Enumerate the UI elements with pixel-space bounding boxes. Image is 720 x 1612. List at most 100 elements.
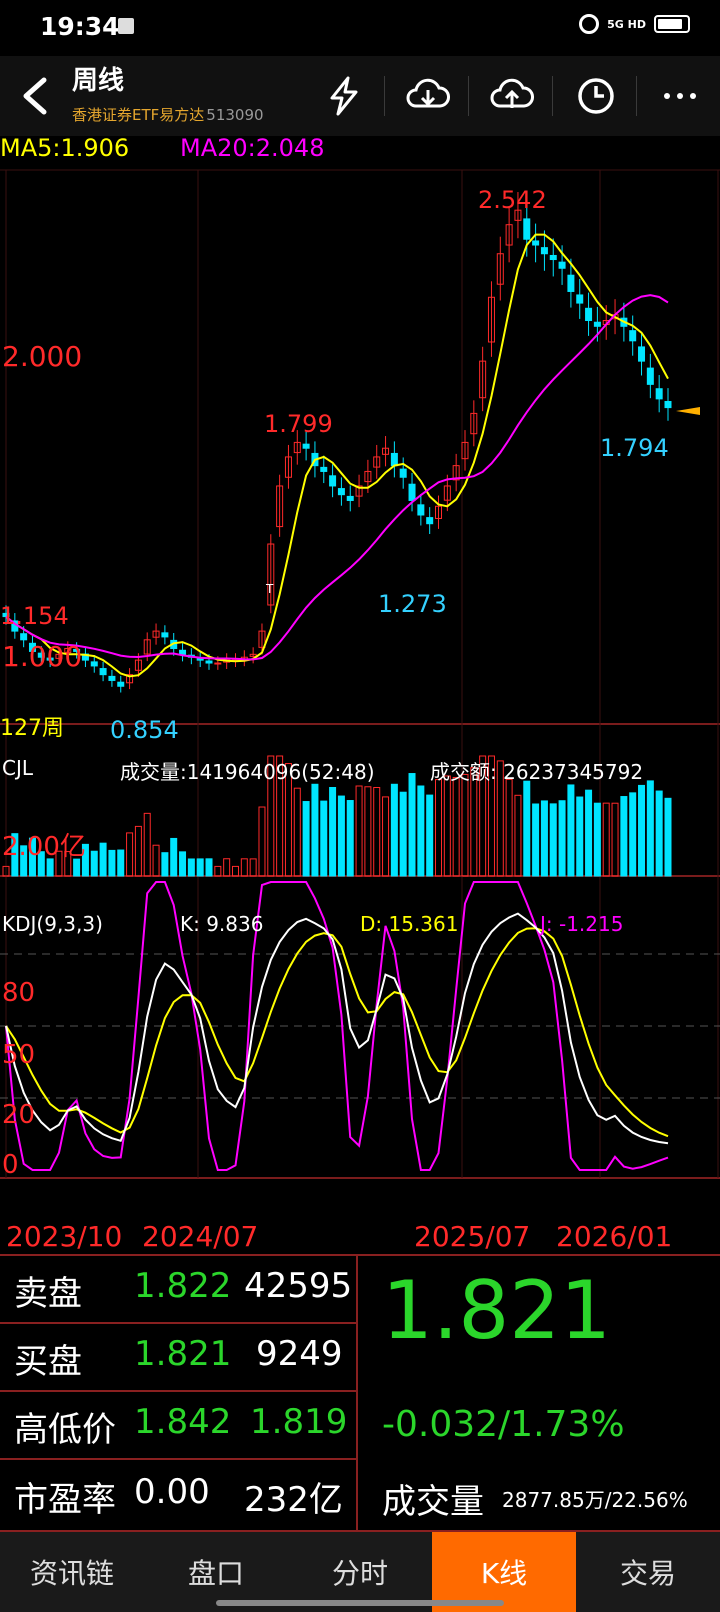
candle-body <box>337 488 345 496</box>
volume-bar <box>611 802 619 877</box>
date-label: 2026/01 <box>556 1220 673 1253</box>
volume-bar <box>390 783 398 877</box>
back-icon[interactable] <box>14 74 58 118</box>
volume-bar <box>461 773 469 877</box>
pe-label: 市盈率 <box>14 1480 116 1520</box>
volume-bar <box>664 797 672 877</box>
volume-value: 2877.85万/22.56% <box>502 1488 688 1512</box>
price-axis-2000: 2.000 <box>2 340 83 373</box>
divider <box>0 1322 356 1324</box>
kdj-level-80: 80 <box>2 978 36 1008</box>
volume-bar <box>417 785 425 877</box>
volume-bar <box>179 851 187 877</box>
status-time: 19:34 <box>40 12 120 41</box>
volume-indicator-name[interactable]: CJL <box>2 756 33 780</box>
volume-bar <box>108 849 116 877</box>
volume-bar <box>532 803 540 877</box>
candle-body <box>664 400 672 409</box>
security-name: 香港证券ETF易方达 513090 <box>72 104 264 125</box>
volume-bar <box>258 806 266 877</box>
candle-body <box>99 668 107 676</box>
notification-icon <box>118 18 134 34</box>
volume-bar <box>249 858 257 877</box>
security-name-text: 香港证券ETF易方达 <box>72 106 205 124</box>
volume-bar <box>214 865 222 877</box>
kline-chart-area[interactable] <box>0 136 720 1254</box>
kdj-level-50: 50 <box>2 1040 36 1070</box>
volume-bar <box>161 852 169 877</box>
volume-bar <box>187 858 195 877</box>
cloud-download-icon[interactable] <box>404 72 452 120</box>
volume-bar <box>329 787 337 877</box>
kdj-indicator-name[interactable]: KDJ(9,3,3) <box>2 912 103 936</box>
volume-bar <box>646 780 654 877</box>
kdj-level-20: 20 <box>2 1100 36 1130</box>
buy-label: 买盘 <box>14 1342 82 1382</box>
day-low: 1.819 <box>250 1402 348 1442</box>
security-code: 513090 <box>206 106 264 124</box>
more-icon[interactable] <box>656 72 704 120</box>
volume-bar <box>302 801 310 877</box>
candle-body <box>629 330 637 342</box>
volume-bar <box>337 795 345 877</box>
candle-body <box>646 367 654 385</box>
clock-icon[interactable] <box>572 72 620 120</box>
lightning-icon[interactable] <box>320 72 368 120</box>
volume-bar <box>620 796 628 877</box>
ma5-label: MA5:1.906 <box>0 134 130 162</box>
header: 周线 香港证券ETF易方达 513090 <box>0 56 720 136</box>
volume-bar <box>585 789 593 877</box>
tab-trade[interactable]: 交易 <box>576 1532 720 1612</box>
cloud-upload-icon[interactable] <box>488 72 536 120</box>
home-indicator[interactable] <box>216 1600 504 1606</box>
candle-body <box>214 662 222 665</box>
divider <box>0 1254 720 1256</box>
candle-body <box>108 675 116 681</box>
ma5-line <box>5 233 669 678</box>
volume-bar <box>205 858 213 877</box>
kdj-d-label: D: 15.361 <box>360 912 459 936</box>
date-label: 2024/07 <box>142 1220 259 1253</box>
candle-body <box>426 517 434 525</box>
kdj-k-label: K: 9.836 <box>180 912 264 936</box>
volume-bar <box>408 773 416 877</box>
candle-body <box>549 254 557 261</box>
volume-bar <box>540 800 548 877</box>
volume-bar <box>196 858 204 877</box>
candle-body <box>417 504 425 516</box>
market-cap: 232亿 <box>244 1480 343 1520</box>
volume-bar <box>152 844 160 877</box>
candle-body <box>205 660 213 664</box>
candle-body <box>117 681 125 687</box>
volume-bar <box>320 800 328 877</box>
volume-bar <box>576 796 584 877</box>
status-right: 5G HD <box>579 14 690 34</box>
volume-bar <box>143 812 151 877</box>
candle-body <box>585 307 593 322</box>
volume-bar <box>231 865 239 877</box>
divider <box>0 1458 356 1460</box>
page-title: 周线 <box>72 66 125 96</box>
volume-bar <box>382 796 390 877</box>
tab-news-chain[interactable]: 资讯链 <box>0 1532 144 1612</box>
candle-body <box>320 466 328 472</box>
volume-bar <box>364 786 372 877</box>
volume-bar <box>90 850 98 877</box>
volume-bar <box>240 858 248 877</box>
candle-body <box>567 274 575 292</box>
date-label: 2025/07 <box>414 1220 531 1253</box>
price-axis-1000: 1.000 <box>2 640 83 673</box>
status-bar: 19:34 5G HD <box>0 0 720 56</box>
sell-label: 卖盘 <box>14 1274 82 1314</box>
candle-body <box>558 261 566 269</box>
volume-bar <box>452 776 460 877</box>
volume-bar <box>549 803 557 877</box>
high-low-label: 高低价 <box>14 1410 116 1450</box>
buy-price: 1.821 <box>134 1334 232 1374</box>
alarm-icon <box>579 14 600 34</box>
candle-body <box>329 475 337 487</box>
volume-bar <box>505 778 513 877</box>
last-price: 1.821 <box>382 1264 612 1357</box>
recent-low-label: 1.794 <box>600 434 669 462</box>
header-divider <box>384 76 385 116</box>
